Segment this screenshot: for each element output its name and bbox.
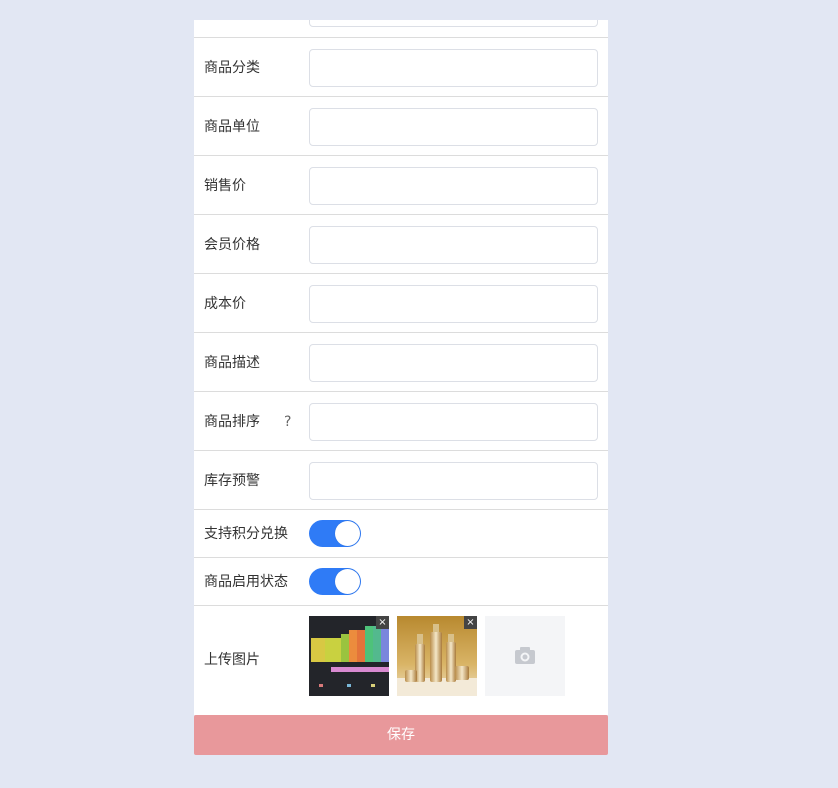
- field-label: 商品描述: [204, 355, 260, 371]
- remove-image-icon[interactable]: ×: [464, 616, 477, 629]
- field-row-sort: 商品排序 ?: [194, 391, 608, 450]
- field-label: 库存预警: [204, 473, 260, 489]
- product-form: 商品分类 商品单位 销售价 会员价格 成本价 商品描述 商品排序 ? 库存预警 …: [194, 20, 608, 715]
- sort-input[interactable]: [309, 403, 598, 441]
- field-row-stock-warning: 库存预警: [194, 450, 608, 509]
- save-button[interactable]: 保存: [194, 715, 608, 755]
- field-label: 商品分类: [204, 60, 260, 76]
- switch-knob: [335, 569, 360, 594]
- member-price-input[interactable]: [309, 226, 598, 264]
- cosmetics-thumbnail[interactable]: ×: [397, 616, 477, 696]
- field-row-unit: 商品单位: [194, 96, 608, 155]
- upload-label: 上传图片: [204, 652, 260, 668]
- field-label: 商品排序: [204, 414, 260, 430]
- field-row-cost-price: 成本价: [194, 273, 608, 332]
- field-row-member-price: 会员价格: [194, 214, 608, 273]
- field-label: 成本价: [204, 296, 246, 312]
- previous-field-input[interactable]: [309, 20, 598, 27]
- stock-warning-input[interactable]: [309, 462, 598, 500]
- toggle-row-points: 支持积分兑换: [194, 509, 608, 557]
- field-label: 销售价: [204, 178, 246, 194]
- cost-price-input[interactable]: [309, 285, 598, 323]
- field-label: 会员价格: [204, 237, 260, 253]
- upload-row: 上传图片 × ×: [194, 605, 608, 715]
- field-row-sale-price: 销售价: [194, 155, 608, 214]
- toggle-label: 支持积分兑换: [204, 526, 288, 542]
- color-chart-thumbnail[interactable]: ×: [309, 616, 389, 696]
- unit-input[interactable]: [309, 108, 598, 146]
- toggle-label: 商品启用状态: [204, 574, 288, 590]
- add-image-button[interactable]: [485, 616, 565, 696]
- field-row-category: 商品分类: [194, 37, 608, 96]
- toggle-row-enabled: 商品启用状态: [194, 557, 608, 605]
- points-exchange-switch[interactable]: [309, 520, 361, 547]
- description-input[interactable]: [309, 344, 598, 382]
- sale-price-input[interactable]: [309, 167, 598, 205]
- camera-icon: [515, 647, 535, 664]
- help-icon[interactable]: ?: [284, 412, 291, 432]
- field-label: 商品单位: [204, 119, 260, 135]
- field-row-description: 商品描述: [194, 332, 608, 391]
- remove-image-icon[interactable]: ×: [376, 616, 389, 629]
- switch-knob: [335, 521, 360, 546]
- product-enabled-switch[interactable]: [309, 568, 361, 595]
- category-input[interactable]: [309, 49, 598, 87]
